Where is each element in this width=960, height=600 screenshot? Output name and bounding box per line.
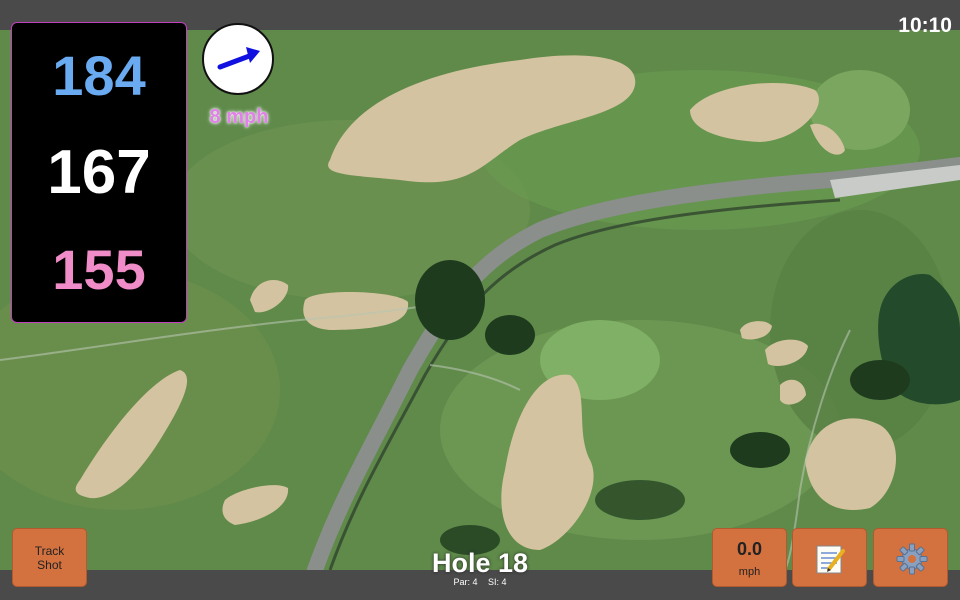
- notepad-icon: [816, 545, 845, 574]
- status-time: 10:10: [898, 14, 952, 37]
- speed-unit: mph: [738, 566, 761, 578]
- gear-icon: [896, 543, 928, 575]
- notes-button[interactable]: [792, 528, 867, 587]
- distance-panel: 184 167 155: [11, 22, 187, 323]
- track-shot-label: Track Shot: [34, 544, 65, 572]
- hole-title: Hole 18: [431, 548, 529, 578]
- track-shot-button[interactable]: Track Shot: [12, 528, 87, 587]
- wind-speed: 8 mph: [209, 106, 269, 128]
- hole-info: Par: 4 SI: 4: [380, 577, 580, 587]
- hole-par: Par: 4: [453, 577, 478, 587]
- hole-stroke-index: SI: 4: [488, 577, 507, 587]
- speed-button[interactable]: 0.0 mph: [712, 528, 787, 587]
- wind-direction-indicator: [202, 23, 274, 95]
- center-distance: 167: [47, 138, 151, 207]
- speed-value: 0.0: [736, 539, 763, 559]
- settings-button[interactable]: [873, 528, 948, 587]
- front-distance: 155: [52, 238, 146, 301]
- back-distance: 184: [52, 44, 146, 107]
- wind-arrow-icon: [217, 47, 260, 70]
